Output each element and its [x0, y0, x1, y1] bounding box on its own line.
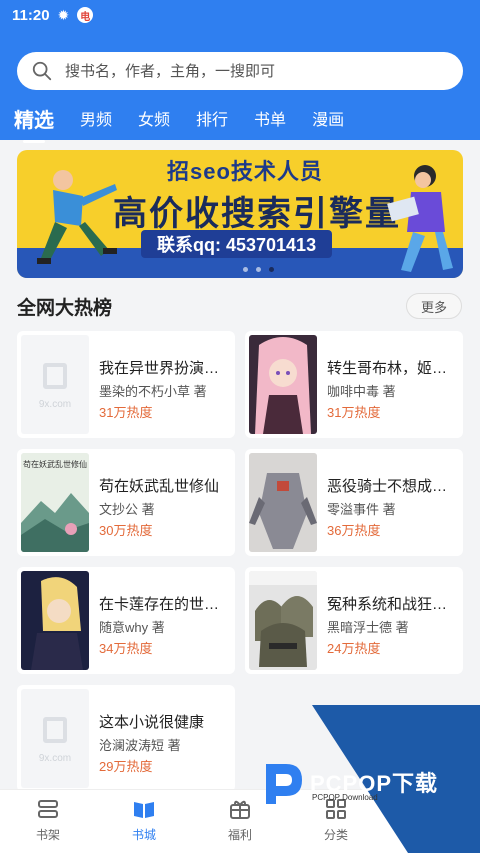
book-cover-placeholder: 9x.com [21, 689, 89, 788]
banner-line2: 高价收搜索引擎量 [113, 195, 401, 233]
book-author: 黑暗浮士德 著 [327, 620, 409, 635]
tab-ranking[interactable]: 排行 [196, 106, 228, 130]
tab-booklist[interactable]: 书单 [254, 106, 286, 130]
book-author: 零溢事件 著 [327, 502, 396, 517]
book-cover [249, 335, 317, 434]
book-author: 沧澜波涛短 著 [99, 738, 181, 753]
nav-bookshelf[interactable]: 书架 [18, 798, 78, 843]
book-card[interactable]: 冤种系统和战狂的... 黑暗浮士德 著 24万热度 [245, 567, 463, 674]
pager-dot[interactable] [256, 267, 261, 272]
more-button[interactable]: 更多 [406, 293, 462, 319]
book-card[interactable]: 恶役骑士不想成为... 零溢事件 著 36万热度 [245, 449, 463, 556]
book-cover [249, 453, 317, 552]
bookshelf-icon [38, 800, 58, 818]
pager-dot-active[interactable] [269, 267, 274, 272]
book-heat: 34万热度 [99, 641, 153, 656]
banner-line1: 招seo技术人员 [167, 159, 323, 184]
book-card[interactable]: 苟在妖武乱世修仙 苟在妖武乱世修仙 文抄公 著 30万热度 [17, 449, 235, 556]
gift-icon [230, 800, 250, 819]
promo-banner[interactable]: 招seo技术人员 高价收搜索引擎量 联系qq: 453701413 [17, 150, 463, 278]
category-tabs: 精选 男频 女频 排行 书单 漫画 [0, 98, 370, 138]
book-cover-placeholder: 9x.com [21, 335, 89, 434]
book-icon [43, 717, 67, 743]
book-title: 冤种系统和战狂的... [327, 596, 459, 613]
status-bar: 11:20 ✹ 电 [0, 0, 480, 30]
banner-figure-left [37, 170, 117, 264]
tab-male[interactable]: 男频 [80, 106, 112, 130]
flame-icon: ✹ [57, 6, 70, 23]
book-title: 我在异世界扮演动... [99, 360, 231, 377]
tab-comics[interactable]: 漫画 [312, 106, 344, 130]
book-cover: 苟在妖武乱世修仙 [21, 453, 89, 552]
tab-female[interactable]: 女频 [138, 106, 170, 130]
banner-figure-right [387, 165, 453, 272]
book-heat: 24万热度 [327, 641, 381, 656]
banner-pager [243, 267, 274, 272]
book-icon [43, 363, 67, 389]
tab-featured[interactable]: 精选 [14, 104, 54, 133]
book-store-icon [134, 802, 154, 818]
book-card[interactable]: 9x.com 这本小说很健康 沧澜波涛短 著 29万热度 [17, 685, 235, 792]
pager-dot[interactable] [243, 267, 248, 272]
book-cover [249, 571, 317, 670]
book-card[interactable]: 在卡莲存在的世界... 随意why 著 34万热度 [17, 567, 235, 674]
svg-text:苟在妖武乱世修仙: 苟在妖武乱世修仙 [23, 459, 87, 469]
book-title: 恶役骑士不想成为... [327, 478, 459, 495]
book-cover [21, 571, 89, 670]
nav-bookstore[interactable]: 书城 [114, 798, 174, 843]
book-heat: 29万热度 [99, 759, 153, 774]
book-card[interactable]: 转生哥布林，姬骑... 咖啡中毒 著 31万热度 [245, 331, 463, 438]
section-title: 全网大热榜 [17, 298, 113, 319]
book-title: 这本小说很健康 [99, 714, 205, 731]
book-heat: 31万热度 [99, 405, 153, 420]
book-author: 文抄公 著 [99, 502, 155, 517]
book-card[interactable]: 9x.com 我在异世界扮演动... 墨染的不朽小草 著 31万热度 [17, 331, 235, 438]
battery-saver-icon: 电 [77, 7, 94, 23]
status-time: 11:20 [12, 6, 50, 24]
book-author: 咖啡中毒 著 [327, 384, 396, 399]
book-author: 墨染的不朽小草 著 [99, 384, 207, 399]
book-heat: 30万热度 [99, 523, 153, 538]
banner-line3: 联系qq: 453701413 [141, 230, 333, 258]
book-heat: 36万热度 [327, 523, 381, 538]
book-author: 随意why 著 [99, 620, 165, 635]
header: 11:20 ✹ 电 精选 男频 女频 排行 书单 漫画 [0, 0, 480, 140]
watermark-subtext: PCPOP Download [312, 793, 378, 802]
watermark-logo [266, 764, 302, 804]
book-title: 苟在妖武乱世修仙 [99, 478, 220, 495]
search-input[interactable] [65, 62, 425, 80]
book-title: 转生哥布林，姬骑... [327, 360, 459, 377]
search-icon [32, 61, 52, 81]
book-title: 在卡莲存在的世界... [99, 596, 231, 613]
book-heat: 31万热度 [327, 405, 381, 420]
search-bar[interactable] [17, 52, 463, 90]
